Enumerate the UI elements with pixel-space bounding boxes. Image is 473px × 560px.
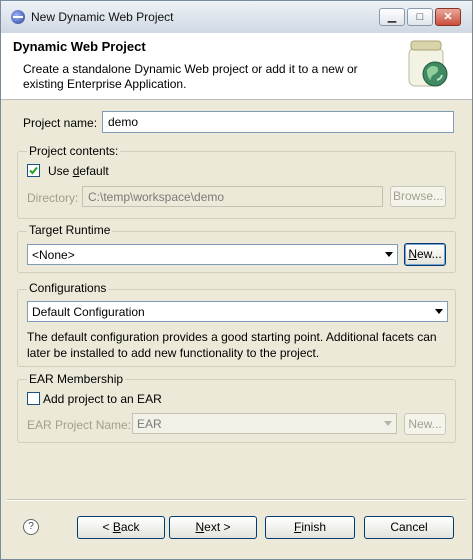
use-default-label: Use default — [48, 164, 109, 178]
page-description: Create a standalone Dynamic Web project … — [23, 62, 358, 91]
close-button[interactable]: ✕ — [435, 8, 461, 26]
page-title: Dynamic Web Project — [13, 39, 146, 54]
directory-input[interactable]: C:\temp\workspace\demo — [82, 186, 383, 207]
eclipse-logo-icon — [11, 10, 25, 24]
help-icon[interactable]: ? — [23, 519, 39, 535]
web-project-jar-icon — [408, 40, 448, 87]
dropdown-arrow-icon — [435, 309, 443, 314]
target-runtime-legend: Target Runtime — [27, 223, 113, 237]
dropdown-arrow-icon — [385, 252, 393, 257]
cancel-button[interactable]: Cancel — [364, 516, 454, 539]
use-default-checkbox[interactable] — [27, 164, 40, 177]
title-bar[interactable]: New Dynamic Web Project ▁ □ ✕ — [1, 1, 472, 34]
configurations-description: The default configuration provides a goo… — [27, 330, 437, 360]
project-name-label: Project name: — [23, 116, 98, 130]
add-to-ear-label: Add project to an EAR — [43, 392, 162, 406]
target-runtime-new-button[interactable]: New... — [404, 243, 446, 266]
footer-separator — [7, 499, 466, 501]
add-to-ear-checkbox[interactable] — [27, 392, 40, 405]
target-runtime-value: <None> — [32, 248, 75, 262]
finish-button[interactable]: Finish — [265, 516, 355, 539]
directory-label: Directory: — [27, 191, 79, 205]
minimize-button[interactable]: ▁ — [379, 8, 405, 26]
dropdown-arrow-icon — [384, 421, 392, 426]
ear-project-select[interactable]: EAR — [132, 413, 397, 434]
window-title: New Dynamic Web Project — [31, 10, 174, 24]
ear-project-name-label: EAR Project Name: — [27, 418, 132, 432]
dialog-window: New Dynamic Web Project ▁ □ ✕ Dynamic We… — [0, 0, 473, 560]
ear-membership-legend: EAR Membership — [27, 372, 126, 386]
back-button[interactable]: < Back — [77, 516, 165, 539]
ear-project-value: EAR — [137, 417, 162, 431]
project-contents-legend: Project contents: — [27, 144, 121, 158]
ear-new-button[interactable]: New... — [404, 413, 446, 435]
configurations-value: Default Configuration — [32, 305, 145, 319]
maximize-button[interactable]: □ — [407, 8, 433, 26]
wizard-banner: Dynamic Web Project Create a standalone … — [1, 33, 472, 100]
configurations-select[interactable]: Default Configuration — [27, 301, 448, 322]
project-name-input[interactable]: demo — [102, 111, 454, 133]
project-contents-group — [17, 151, 456, 219]
browse-button[interactable]: Browse... — [390, 186, 446, 207]
next-button[interactable]: Next > — [169, 516, 257, 539]
checkmark-icon — [29, 166, 38, 175]
target-runtime-select[interactable]: <None> — [27, 244, 398, 265]
configurations-legend: Configurations — [27, 281, 109, 295]
